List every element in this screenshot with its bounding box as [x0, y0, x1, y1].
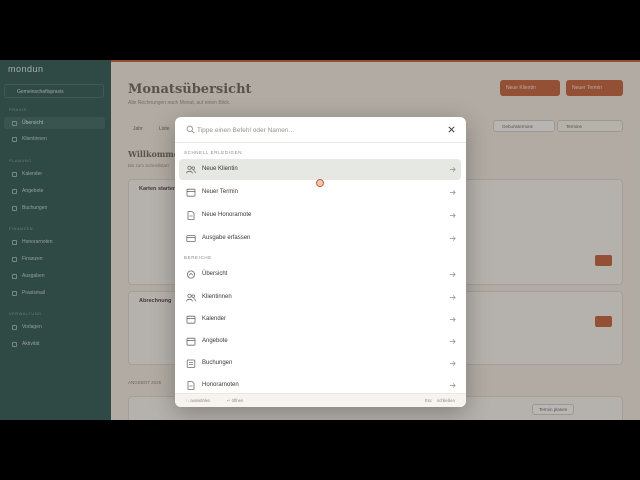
command-search-input[interactable]: [197, 123, 437, 137]
arrow-right-icon: [449, 383, 456, 388]
arrow-right-icon: [449, 190, 456, 195]
hint-open: ↵ öffnen: [227, 398, 244, 403]
command-label: Buchungen: [202, 360, 233, 366]
calendar-icon: [186, 337, 196, 346]
dashboard-icon: [187, 270, 195, 279]
command-buchungen[interactable]: Buchungen: [179, 353, 461, 374]
command-label: Neue Klientin: [202, 166, 238, 172]
document-icon: [187, 381, 195, 390]
arrow-right-icon: [449, 361, 456, 366]
users-icon: [186, 165, 196, 174]
close-icon[interactable]: [447, 125, 456, 134]
users-icon: [186, 293, 196, 302]
hint-close: schließen: [437, 398, 455, 403]
command-klientinnen[interactable]: Klientinnen: [179, 287, 461, 308]
calendar-icon: [186, 315, 196, 324]
arrow-right-icon: [449, 236, 456, 241]
command-palette: SCHNELL ERLEDIGEN Neue Klientin Neuer Te…: [175, 117, 466, 407]
command-label: Neuer Termin: [202, 189, 238, 195]
search-icon: [186, 125, 195, 134]
arrow-right-icon: [449, 339, 456, 344]
command-label: Klientinnen: [202, 294, 232, 300]
arrow-right-icon: [449, 295, 456, 300]
app-window: mondun Gemeinschaftspraxis PRAXIS Übersi…: [0, 60, 640, 420]
arrow-right-icon: [449, 272, 456, 277]
command-angebote[interactable]: Angebote: [179, 331, 461, 352]
command-label: Neue Honorarnote: [202, 212, 252, 218]
command-label: Ausgabe erfassen: [202, 235, 251, 241]
arrow-right-icon: [449, 213, 456, 218]
command-uebersicht[interactable]: Übersicht: [179, 264, 461, 285]
hint-navigate: ↑↓ auswählen: [185, 398, 211, 403]
command-label: Angebote: [202, 338, 228, 344]
palette-footer: ↑↓ auswählen ↵ öffnen Esc schließen: [175, 393, 466, 407]
command-label: Honorarnoten: [202, 382, 239, 388]
hint-esc-key: Esc: [425, 398, 432, 403]
command-label: Kalender: [202, 316, 227, 322]
group-label-areas: BEREICHE: [184, 255, 212, 260]
mouse-cursor-indicator: [316, 179, 324, 187]
command-neue-honorarnote[interactable]: Neue Honorarnote: [179, 205, 461, 226]
wallet-icon: [186, 235, 196, 243]
command-neue-klientin[interactable]: Neue Klientin: [179, 159, 461, 180]
calendar-icon: [186, 188, 196, 197]
group-label-quick: SCHNELL ERLEDIGEN: [184, 150, 243, 155]
command-kalender[interactable]: Kalender: [179, 309, 461, 330]
ledger-icon: [186, 359, 196, 368]
document-icon: [187, 211, 195, 220]
arrow-right-icon: [449, 167, 456, 172]
command-ausgabe-erfassen[interactable]: Ausgabe erfassen: [179, 228, 461, 249]
arrow-right-icon: [449, 317, 456, 322]
command-label: Übersicht: [202, 271, 228, 277]
palette-search-row: [175, 117, 466, 143]
